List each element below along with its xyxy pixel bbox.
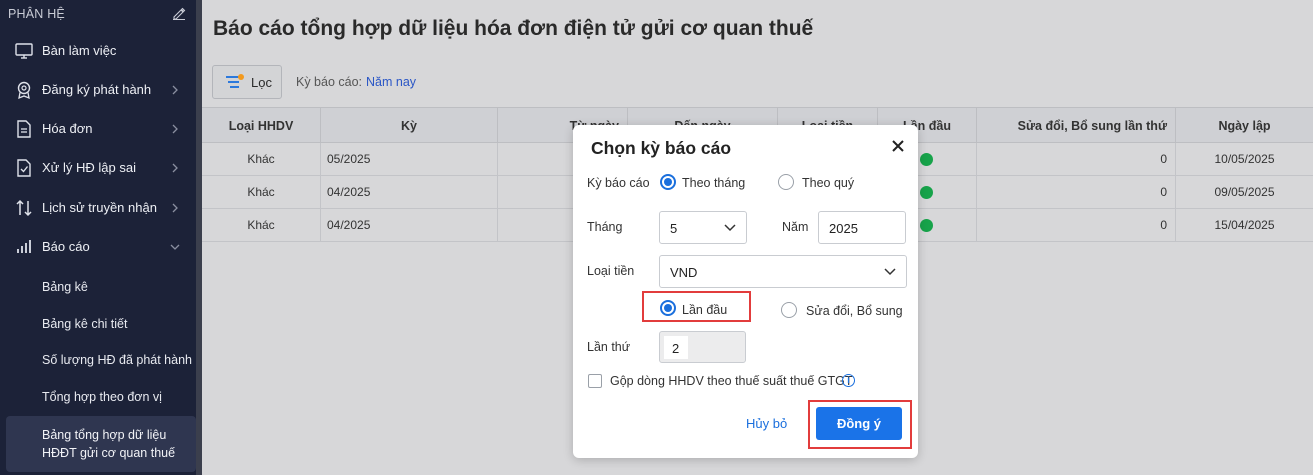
cell-amend-count: 0 (977, 209, 1176, 242)
report-period: Kỳ báo cáo: Năm nay (296, 75, 416, 89)
sidebar-item-transmission-history[interactable]: Lịch sử truyền nhận (0, 188, 196, 227)
sidebar-header: PHÂN HỆ (0, 0, 196, 28)
document-check-icon (17, 158, 31, 177)
sidebar-subitem-issued-count[interactable]: Số lượng HĐ đã phát hành (0, 341, 196, 378)
year-input-value: 2025 (829, 221, 858, 236)
cell-period: 04/2025 (321, 176, 498, 209)
sidebar-item-label: Đăng ký phát hành (42, 82, 152, 97)
page-title: Báo cáo tổng hợp dữ liệu hóa đơn điện tử… (213, 17, 814, 40)
cell-type: Khác (202, 176, 321, 209)
chevron-down-icon (884, 268, 896, 276)
cell-type: Khác (202, 143, 321, 176)
cell-created-date: 09/05/2025 (1214, 185, 1275, 199)
report-period-label: Kỳ báo cáo: (296, 75, 363, 89)
first-time-radio[interactable] (660, 300, 676, 316)
sidebar-item-label: Bàn làm việc (42, 43, 117, 58)
badge-icon (17, 81, 31, 99)
chevron-right-icon (172, 163, 178, 172)
confirm-button[interactable]: Đồng ý (816, 407, 902, 440)
column-header-amend-count[interactable]: Sửa đổi, Bổ sung lần thứ (977, 108, 1176, 144)
sidebar-subitem-list[interactable]: Bảng kê (0, 268, 196, 305)
currency-select-value: VND (670, 265, 698, 280)
merge-by-tax-rate-checkbox[interactable] (588, 374, 602, 388)
check-circle-icon (920, 153, 933, 166)
currency-select[interactable]: VND (659, 255, 907, 288)
report-period-value[interactable]: Năm nay (366, 75, 416, 89)
currency-field-label: Loại tiền (587, 264, 635, 278)
quarterly-radio[interactable] (778, 174, 794, 190)
sidebar-header-label: PHÂN HỆ (8, 7, 65, 21)
sidebar-subitem-label: Bảng kê (42, 279, 88, 294)
sidebar-item-dashboard[interactable]: Bàn làm việc (0, 31, 196, 70)
sidebar-item-reports[interactable]: Báo cáo (0, 227, 196, 266)
sidebar-item-registration[interactable]: Đăng ký phát hành (0, 70, 196, 109)
amend-radio-label: Sửa đổi, Bổ sung (806, 304, 903, 318)
year-field-label: Năm (782, 220, 809, 234)
chevron-down-icon (724, 224, 736, 232)
close-icon[interactable] (889, 137, 907, 155)
sidebar-item-invoices[interactable]: Hóa đơn (0, 109, 196, 148)
amend-radio[interactable] (781, 302, 797, 318)
sidebar-subitem-label: Tổng hợp theo đơn vị (42, 389, 162, 404)
sidebar-item-label: Báo cáo (42, 239, 90, 254)
filter-button-label: Lọc (251, 75, 272, 90)
cell-amend-count: 0 (977, 176, 1176, 209)
check-circle-icon (920, 219, 933, 232)
quarterly-radio-label: Theo quý (802, 176, 855, 190)
column-header-created-date[interactable]: Ngày lập (1176, 108, 1313, 144)
attempt-number-input: 2 (659, 331, 746, 363)
transfer-icon (16, 199, 32, 216)
sidebar-item-label: Lịch sử truyền nhận (42, 200, 157, 215)
sidebar-subitem-label: Bảng kê chi tiết (42, 316, 128, 331)
sidebar: PHÂN HỆ Bàn làm việc Đăng ký phát hành H… (0, 0, 196, 475)
sidebar-item-label: Hóa đơn (42, 121, 93, 136)
column-header-period[interactable]: Kỳ (321, 108, 498, 144)
sidebar-subitem-label: Số lượng HĐ đã phát hành (42, 352, 192, 367)
chevron-right-icon (172, 203, 178, 212)
report-period-field-label: Kỳ báo cáo (587, 176, 650, 190)
cell-type: Khác (202, 209, 321, 242)
cancel-button[interactable]: Hủy bỏ (746, 416, 787, 431)
document-icon (17, 119, 31, 138)
sidebar-subitem-by-unit[interactable]: Tổng hợp theo đơn vị (0, 378, 196, 415)
chart-icon (17, 239, 31, 253)
sidebar-subitem-label-line2: HĐĐT gửi cơ quan thuế (42, 446, 176, 460)
chevron-down-icon (170, 244, 180, 250)
chevron-right-icon (172, 124, 178, 133)
cell-period: 04/2025 (321, 209, 498, 242)
filter-button[interactable]: Lọc (212, 65, 282, 99)
filter-icon (226, 74, 244, 88)
attempt-field-label: Lần thứ (587, 340, 631, 354)
cell-period: 05/2025 (321, 143, 498, 176)
month-select-value: 5 (670, 221, 678, 236)
select-report-period-dialog: Chọn kỳ báo cáo Kỳ báo cáo Theo tháng Th… (573, 125, 918, 458)
sidebar-item-fix-invoices[interactable]: Xử lý HĐ lập sai (0, 148, 196, 187)
cell-created-date: 10/05/2025 (1214, 152, 1275, 166)
monthly-radio[interactable] (660, 174, 676, 190)
year-input[interactable]: 2025 (818, 211, 906, 244)
first-time-radio-label: Lần đầu (682, 303, 728, 317)
monthly-radio-label: Theo tháng (682, 176, 746, 190)
column-header-type[interactable]: Loại HHDV (202, 108, 321, 144)
attempt-number-value: 2 (672, 341, 680, 356)
info-icon[interactable]: i (842, 374, 855, 387)
month-field-label: Tháng (587, 220, 623, 234)
chevron-right-icon (172, 85, 178, 94)
merge-by-tax-rate-label: Gộp dòng HHDV theo thuế suất thuế GTGT (610, 374, 853, 388)
month-select[interactable]: 5 (659, 211, 747, 244)
cell-amend-count: 0 (977, 143, 1176, 176)
sidebar-subitem-label-line1: Bảng tổng hợp dữ liệu (42, 428, 167, 442)
monitor-icon (15, 42, 33, 59)
sidebar-item-label: Xử lý HĐ lập sai (42, 160, 136, 175)
dialog-title: Chọn kỳ báo cáo (591, 138, 732, 158)
edit-icon[interactable] (172, 6, 186, 20)
sidebar-subitem-tax-summary[interactable]: Bảng tổng hợp dữ liệu HĐĐT gửi cơ quan t… (6, 416, 196, 472)
sidebar-subitem-detailed-list[interactable]: Bảng kê chi tiết (0, 305, 196, 342)
cell-created-date: 15/04/2025 (1214, 218, 1275, 232)
check-circle-icon (920, 186, 933, 199)
